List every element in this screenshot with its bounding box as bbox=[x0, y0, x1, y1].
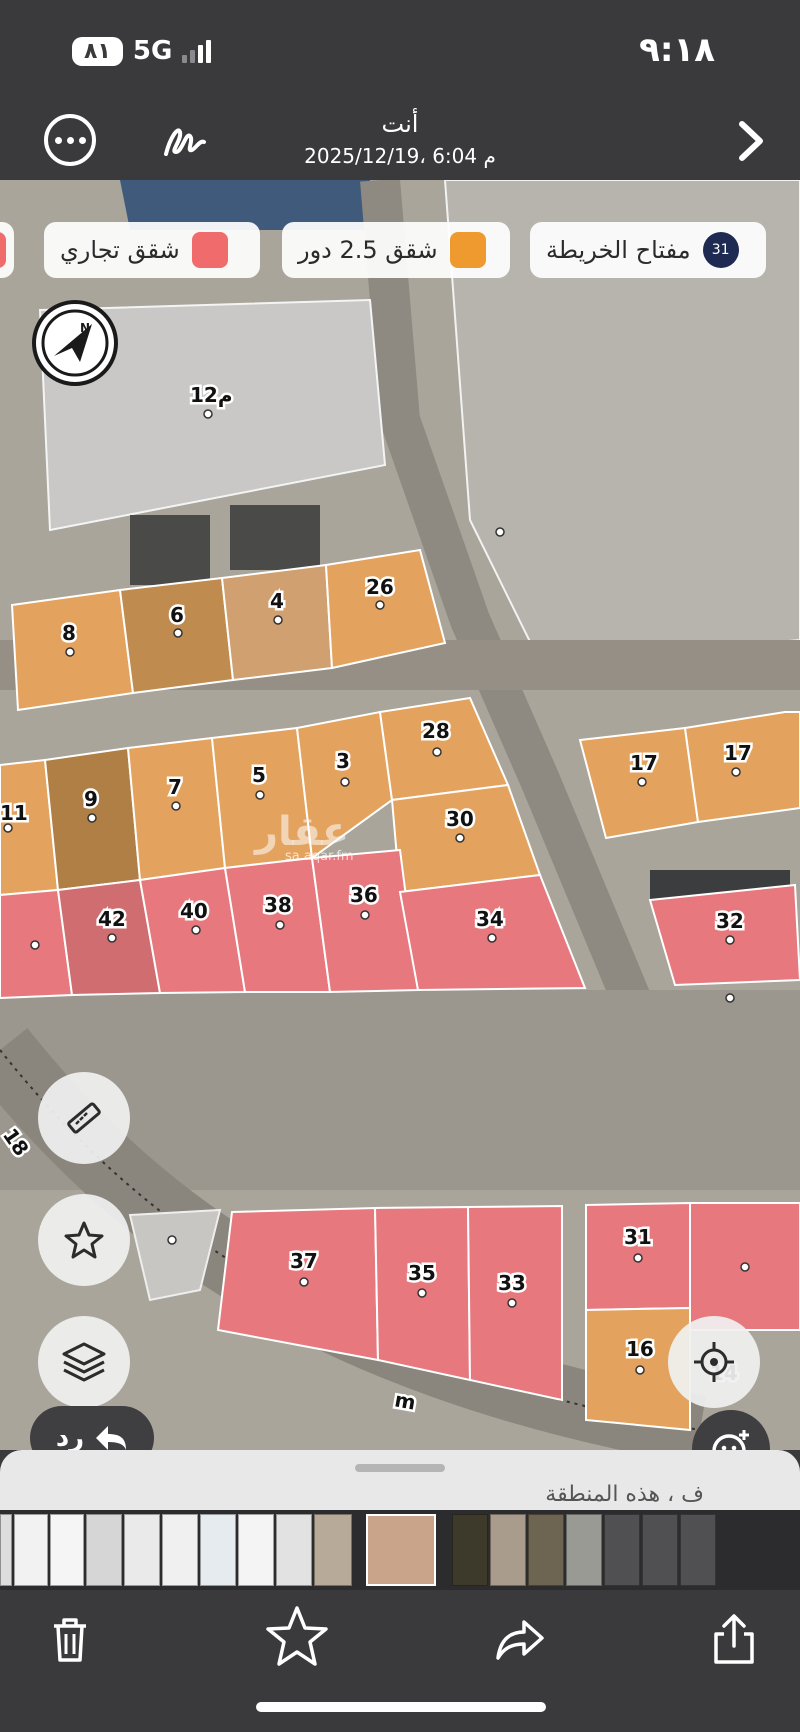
thumbnail[interactable] bbox=[238, 1514, 274, 1586]
plot-label: 35 bbox=[408, 1261, 436, 1285]
thumbnail[interactable] bbox=[162, 1514, 198, 1586]
ruler-icon bbox=[67, 1102, 101, 1134]
thumbnail[interactable] bbox=[452, 1514, 488, 1586]
plot-17b[interactable] bbox=[683, 711, 800, 824]
legend-chip-commercial[interactable]: شقق تجاري bbox=[44, 222, 260, 278]
favorite-button[interactable] bbox=[38, 1194, 130, 1286]
plot-label: 9 bbox=[84, 787, 98, 811]
watermark-url: sa.aqar.fm bbox=[285, 849, 354, 864]
legend-chip-apartments[interactable]: شقق 2.5 دور bbox=[282, 222, 510, 278]
locate-icon bbox=[694, 1342, 734, 1382]
plot-label: 33 bbox=[498, 1271, 526, 1295]
status-left: ٨١ 5G bbox=[72, 36, 212, 66]
plot-label: 42 bbox=[98, 907, 126, 931]
sheet-text: ف ، هذه المنطقة bbox=[545, 1482, 704, 1507]
locate-button[interactable] bbox=[668, 1316, 760, 1408]
layers-button[interactable] bbox=[38, 1316, 130, 1408]
back-label: رد bbox=[55, 1423, 85, 1453]
share-upload-icon[interactable] bbox=[704, 1610, 764, 1670]
thumbnail[interactable] bbox=[604, 1514, 640, 1586]
thumbnail[interactable] bbox=[642, 1514, 678, 1586]
star-icon bbox=[64, 1221, 104, 1259]
thumbnail[interactable] bbox=[490, 1514, 526, 1586]
thumbnail[interactable] bbox=[276, 1514, 312, 1586]
compass-icon[interactable]: N bbox=[32, 300, 118, 386]
reply-arrow-icon bbox=[96, 1426, 127, 1450]
header-subtitle: 2025/12/19، 6:04 م bbox=[304, 144, 496, 168]
side-number: 11 bbox=[0, 801, 28, 825]
thumbnail[interactable] bbox=[314, 1514, 352, 1586]
plot-label: 40 bbox=[180, 899, 208, 923]
thumbnail[interactable] bbox=[50, 1514, 84, 1586]
plot-32[interactable] bbox=[648, 883, 800, 987]
thumbnail[interactable] bbox=[528, 1514, 564, 1586]
sheet-handle[interactable] bbox=[355, 1464, 445, 1472]
thumbnail[interactable] bbox=[86, 1514, 122, 1586]
trash-icon[interactable] bbox=[40, 1610, 100, 1670]
chevron-right-icon[interactable] bbox=[730, 118, 770, 164]
thumbnail[interactable] bbox=[14, 1514, 48, 1586]
legend-label-apartments: شقق 2.5 دور bbox=[298, 236, 438, 264]
photo-header: أنت 2025/12/19، 6:04 م bbox=[0, 100, 800, 180]
plot-label: 16 bbox=[626, 1337, 654, 1361]
map-key-chip[interactable]: مفتاح الخريطة 31 bbox=[530, 222, 766, 278]
plot-label: 3 bbox=[336, 749, 350, 773]
thumbnail[interactable] bbox=[566, 1514, 602, 1586]
plot-label: 30 bbox=[446, 807, 474, 831]
plot-label: 38 bbox=[264, 893, 292, 917]
header-title: أنت bbox=[381, 110, 419, 138]
ruler-button[interactable] bbox=[38, 1072, 130, 1164]
bottom-sheet[interactable]: ف ، هذه المنطقة bbox=[0, 1450, 800, 1510]
compass-letter: N bbox=[80, 321, 90, 335]
share-forward-icon[interactable] bbox=[490, 1610, 550, 1670]
legend-chip-partial[interactable] bbox=[0, 222, 14, 278]
star-icon[interactable] bbox=[262, 1602, 332, 1672]
plot-label: 8 bbox=[62, 621, 76, 645]
thumbnail[interactable] bbox=[124, 1514, 160, 1586]
thumbnail[interactable] bbox=[0, 1514, 12, 1586]
battery-indicator: ٨١ bbox=[72, 36, 123, 66]
plot-label: 5 bbox=[252, 763, 266, 787]
signal-icon bbox=[182, 39, 212, 63]
plot-label: 12م bbox=[190, 383, 233, 407]
thumbnail[interactable] bbox=[680, 1514, 716, 1586]
plot-label: 31 bbox=[624, 1225, 652, 1249]
map-key-label: مفتاح الخريطة bbox=[546, 236, 691, 264]
plot-label: 32 bbox=[716, 909, 744, 933]
map-key-badge: 31 bbox=[702, 232, 739, 268]
plot-label: 17 bbox=[630, 751, 658, 775]
home-indicator[interactable] bbox=[256, 1702, 546, 1712]
status-time: ٩:١٨ bbox=[639, 30, 715, 70]
satellite-map[interactable]: 12م 8 6 4 26 9 7 5 3 28 30 17 17 42 40 3… bbox=[0, 180, 800, 1450]
more-options-button[interactable] bbox=[44, 114, 96, 166]
legend-swatch-orange bbox=[449, 232, 486, 268]
plot-label: 34 bbox=[476, 907, 504, 931]
plot-36[interactable] bbox=[310, 848, 420, 994]
status-bar: ٨١ 5G ٩:١٨ bbox=[0, 0, 800, 100]
thumbnail[interactable] bbox=[200, 1514, 236, 1586]
plot-label: 36 bbox=[350, 883, 378, 907]
thumbnail-selected[interactable] bbox=[366, 1514, 436, 1586]
road-label: m bbox=[393, 1387, 418, 1414]
layers-icon bbox=[62, 1342, 106, 1382]
plot-label: 4 bbox=[270, 589, 284, 613]
plot-label: 7 bbox=[168, 775, 182, 799]
network-type: 5G bbox=[132, 36, 173, 66]
plot-label: 37 bbox=[290, 1249, 318, 1273]
legend-label-commercial: شقق تجاري bbox=[60, 236, 180, 264]
plot-label: 6 bbox=[170, 603, 184, 627]
thumbnail-strip[interactable] bbox=[0, 1510, 800, 1590]
legend-swatch-partial bbox=[0, 232, 6, 268]
legend-swatch-red bbox=[191, 232, 228, 268]
plot-label: 26 bbox=[366, 575, 394, 599]
plot-label: 17 bbox=[724, 741, 752, 765]
plot-label: 28 bbox=[422, 719, 450, 743]
